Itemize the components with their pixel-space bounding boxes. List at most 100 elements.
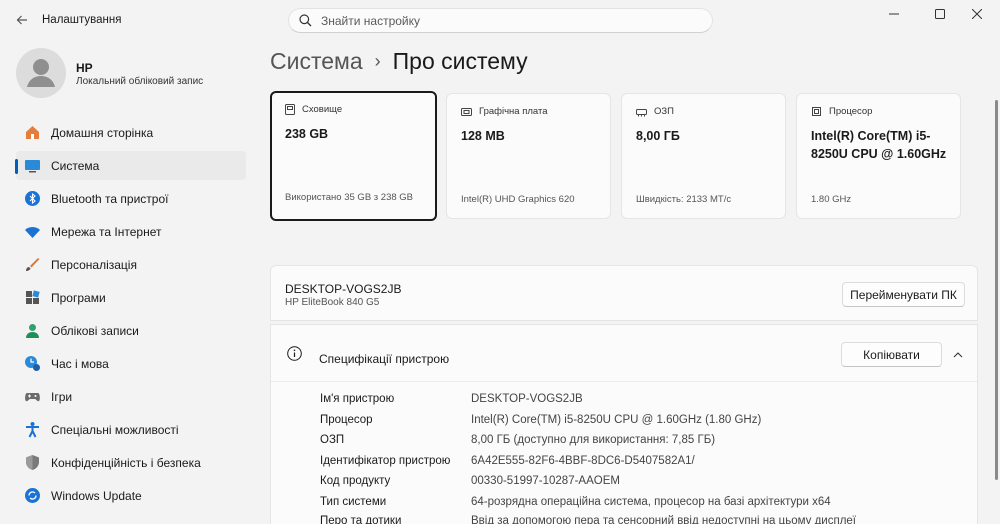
- sidebar-item-label: Домашня сторінка: [51, 125, 154, 140]
- spec-key: Код продукту: [320, 475, 391, 487]
- collapse-button[interactable]: [950, 349, 966, 361]
- breadcrumb-parent[interactable]: Система: [270, 48, 363, 75]
- sidebar-item-privacy[interactable]: Конфіденційність і безпека: [16, 448, 246, 477]
- search-box[interactable]: [288, 8, 713, 33]
- specs-title: Специфікації пристрою: [319, 352, 450, 366]
- title-bar: Налаштування: [0, 0, 1000, 40]
- search-input[interactable]: [321, 13, 691, 28]
- close-button[interactable]: [954, 0, 1000, 28]
- card-footer: Швидкість: 2133 МТ/с: [636, 194, 732, 205]
- gpu-card[interactable]: Графічна плата 128 MB Intel(R) UHD Graph…: [446, 93, 611, 219]
- sidebar-item-gaming[interactable]: Ігри: [16, 382, 246, 411]
- apps-icon: [23, 289, 41, 307]
- sidebar-item-accessibility[interactable]: Спеціальні можливості: [16, 415, 246, 444]
- sidebar-item-system[interactable]: Система: [15, 151, 246, 180]
- storage-icon: [285, 104, 295, 115]
- storage-card[interactable]: Сховище 238 GB Використано 35 GB з 238 G…: [270, 91, 437, 221]
- rename-pc-button[interactable]: Перейменувати ПК: [842, 282, 965, 307]
- page-title: Про систему: [392, 48, 528, 74]
- accessibility-icon: [23, 421, 41, 439]
- spec-row-pen-touch: Перо та дотики Ввід за допомогою пера та…: [320, 515, 856, 524]
- profile-account-type: Локальний обліковий запис: [76, 76, 204, 87]
- avatar[interactable]: [16, 48, 66, 98]
- sidebar-item-home[interactable]: Домашня сторінка: [16, 118, 246, 147]
- gaming-icon: [23, 388, 41, 406]
- card-label: Процесор: [811, 106, 872, 117]
- profile-name: HP: [76, 61, 93, 75]
- sidebar-item-apps[interactable]: Програми: [16, 283, 246, 312]
- card-label-text: Сховище: [302, 104, 343, 115]
- ram-card[interactable]: ОЗП 8,00 ГБ Швидкість: 2133 МТ/с: [621, 93, 786, 219]
- maximize-icon: [935, 9, 945, 19]
- cpu-card[interactable]: Процесор Intel(R) Core(TM) i5-8250U CPU …: [796, 93, 961, 219]
- spec-key: Тип системи: [320, 495, 387, 508]
- spec-value: 64-розрядна операційна система, процесор…: [471, 495, 831, 508]
- sidebar-item-bluetooth[interactable]: Bluetooth та пристрої: [16, 184, 246, 213]
- sidebar-item-label: Bluetooth та пристрої: [51, 191, 169, 206]
- device-name: DESKTOP-VOGS2JB: [285, 282, 402, 296]
- arrow-left-icon: [16, 15, 27, 25]
- copy-button[interactable]: Копіювати: [841, 342, 942, 367]
- sidebar-item-windows-update[interactable]: Windows Update: [16, 481, 246, 510]
- spec-key: Процесор: [320, 413, 373, 426]
- chevron-up-icon: [953, 352, 963, 358]
- sidebar-item-personalization[interactable]: Персоналізація: [16, 250, 246, 279]
- spec-value: DESKTOP-VOGS2JB: [471, 393, 583, 405]
- cpu-icon: [812, 107, 821, 116]
- card-footer: Intel(R) UHD Graphics 620: [461, 194, 575, 205]
- device-model: HP EliteBook 840 G5: [285, 297, 380, 308]
- system-icon: [23, 157, 41, 175]
- card-label-text: Процесор: [829, 106, 873, 117]
- sidebar-item-label: Windows Update: [51, 488, 142, 503]
- spec-value: 8,00 ГБ (доступно для використання: 7,85…: [471, 434, 716, 446]
- spec-row-processor: Процесор Intel(R) Core(TM) i5-8250U CPU …: [320, 414, 761, 426]
- search-icon: [299, 14, 312, 27]
- card-value: 8,00 ГБ: [636, 129, 680, 143]
- minimize-icon: [889, 13, 899, 15]
- device-name-panel: DESKTOP-VOGS2JB HP EliteBook 840 G5 Пере…: [270, 265, 978, 321]
- scrollbar[interactable]: [995, 100, 998, 480]
- info-icon: [287, 346, 302, 361]
- sidebar-nav: Домашня сторінка Система Bluetooth та пр…: [15, 118, 246, 514]
- chevron-right-icon: ›: [374, 51, 381, 71]
- spec-key: Ім'я пристрою: [320, 393, 395, 405]
- shield-icon: [23, 454, 41, 472]
- card-label-text: Графічна плата: [479, 106, 548, 117]
- card-value: 238 GB: [285, 127, 329, 141]
- spec-row-system-type: Тип системи 64-розрядна операційна систе…: [320, 496, 831, 508]
- user-avatar-icon: [27, 59, 55, 87]
- card-label-text: ОЗП: [654, 106, 674, 117]
- gpu-icon: [461, 107, 472, 116]
- brush-icon: [23, 256, 41, 274]
- sidebar-item-label: Конфіденційність і безпека: [51, 455, 201, 470]
- back-button[interactable]: [12, 10, 32, 30]
- spec-value: Intel(R) Core(TM) i5-8250U CPU @ 1.60GHz…: [471, 413, 762, 426]
- spec-value: Ввід за допомогою пера та сенсорний ввід…: [471, 515, 857, 524]
- breadcrumb: Система › Про систему: [270, 48, 528, 75]
- close-icon: [972, 9, 982, 19]
- spec-row-ram: ОЗП 8,00 ГБ (доступно для використання: …: [320, 434, 715, 446]
- sidebar-item-network[interactable]: Мережа та Інтернет: [16, 217, 246, 246]
- sidebar-item-accounts[interactable]: Облікові записи: [16, 316, 246, 345]
- spec-value: 6A42E555-82F6-4BBF-8DC6-D5407582A1/: [471, 454, 695, 467]
- card-footer: Використано 35 GB з 238 GB: [285, 192, 414, 203]
- card-label: ОЗП: [636, 106, 674, 117]
- spec-value: 00330-51997-10287-AAOEM: [471, 475, 620, 487]
- sidebar-item-label: Облікові записи: [51, 323, 139, 338]
- card-label: Сховище: [285, 104, 342, 115]
- time-language-icon: [23, 355, 41, 373]
- home-icon: [23, 124, 41, 142]
- bluetooth-icon: [23, 190, 41, 208]
- minimize-button[interactable]: [871, 0, 917, 28]
- app-title: Налаштування: [42, 14, 122, 26]
- card-footer: 1.80 GHz: [811, 194, 852, 205]
- sidebar-item-label: Система: [51, 158, 100, 173]
- update-icon: [23, 487, 41, 505]
- spec-key: Перо та дотики: [320, 515, 402, 524]
- card-label: Графічна плата: [461, 106, 548, 117]
- sidebar-item-label: Програми: [51, 290, 106, 305]
- wifi-icon: [23, 223, 41, 241]
- sidebar-item-label: Персоналізація: [51, 257, 137, 272]
- sidebar-item-time-language[interactable]: Час і мова: [16, 349, 246, 378]
- spec-row-device-name: Ім'я пристрою DESKTOP-VOGS2JB: [320, 393, 583, 405]
